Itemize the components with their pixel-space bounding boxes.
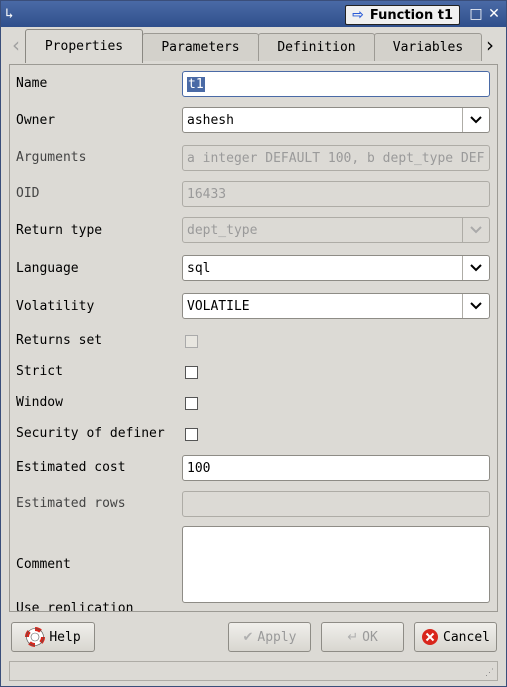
volatility-select[interactable]: VOLATILE	[182, 293, 490, 319]
close-icon[interactable]: ✕	[486, 6, 502, 22]
tab-parameters[interactable]: Parameters	[142, 33, 259, 61]
window-checkbox[interactable]	[185, 397, 198, 410]
window-label: Window	[16, 395, 63, 410]
owner-value: ashesh	[187, 112, 234, 128]
enter-arrow-icon: ↵	[347, 629, 359, 645]
tab-variables[interactable]: Variables	[374, 33, 482, 61]
apply-button[interactable]: ✔ Apply	[228, 622, 311, 652]
tab-variables-label: Variables	[392, 40, 464, 55]
window-title: ⇨ Function t1	[345, 5, 460, 25]
cancel-button[interactable]: Cancel	[414, 622, 497, 652]
help-button-label: Help	[49, 629, 81, 645]
estimated-rows-input	[182, 491, 490, 517]
chevron-down-icon	[462, 218, 489, 242]
resize-grip-icon[interactable]: ⋰	[485, 668, 494, 678]
help-button[interactable]: Help	[11, 622, 95, 652]
chevron-down-icon[interactable]	[462, 294, 489, 318]
tab-definition[interactable]: Definition	[258, 33, 375, 61]
comment-textarea[interactable]	[182, 526, 490, 603]
function-arrow-icon: ⇨	[352, 7, 364, 23]
owner-select[interactable]: ashesh	[182, 107, 490, 133]
estimated-cost-value: 100	[187, 460, 211, 476]
name-input[interactable]: t1	[182, 71, 490, 97]
button-row: Help ✔ Apply ↵ OK Cancel	[1, 613, 506, 661]
ok-button[interactable]: ↵ OK	[321, 622, 404, 652]
lifebuoy-icon	[25, 627, 46, 647]
cancel-icon	[422, 629, 439, 645]
oid-input: 16433	[182, 181, 490, 207]
return-type-value: dept_type	[187, 222, 258, 238]
return-type-label: Return type	[16, 223, 103, 238]
estimated-rows-label: Estimated rows	[16, 496, 126, 511]
properties-panel: Name t1 Owner ashesh Arguments a integer…	[9, 64, 498, 612]
chevron-down-icon[interactable]	[462, 108, 489, 132]
window-menu-icon[interactable]: ↳	[5, 6, 23, 22]
arguments-input: a integer DEFAULT 100, b dept_type DEF	[182, 145, 490, 171]
strict-label: Strict	[16, 364, 63, 379]
tab-properties-label: Properties	[44, 39, 124, 54]
tab-scroll-right-icon[interactable]: ›	[483, 33, 497, 57]
oid-label: OID	[16, 186, 40, 201]
owner-label: Owner	[16, 113, 56, 128]
apply-button-label: Apply	[257, 629, 297, 645]
tab-properties[interactable]: Properties	[25, 29, 143, 63]
chevron-down-icon[interactable]	[462, 256, 489, 280]
estimated-cost-input[interactable]: 100	[182, 455, 490, 481]
tab-bar: ‹ Properties Parameters Definition Varia…	[1, 27, 506, 65]
volatility-value: VOLATILE	[187, 298, 250, 314]
window-title-text: Function t1	[369, 7, 453, 23]
security-definer-checkbox[interactable]	[185, 428, 198, 441]
security-definer-label: Security of definer	[16, 426, 165, 441]
returns-set-checkbox	[185, 335, 198, 348]
use-replication-label: Use replication	[16, 601, 134, 612]
tab-definition-label: Definition	[277, 40, 356, 55]
tab-scroll-left-icon[interactable]: ‹	[9, 33, 23, 57]
language-value: sql	[187, 260, 211, 276]
returns-set-label: Returns set	[16, 333, 103, 348]
language-label: Language	[16, 261, 79, 276]
estimated-cost-label: Estimated cost	[16, 460, 126, 475]
status-bar: ⋰	[9, 661, 498, 681]
arguments-value: a integer DEFAULT 100, b dept_type DEF	[187, 150, 485, 166]
name-label: Name	[16, 76, 48, 91]
name-value: t1	[187, 76, 205, 92]
comment-label: Comment	[16, 557, 71, 572]
check-icon: ✔	[242, 629, 254, 645]
cancel-button-label: Cancel	[443, 629, 490, 645]
oid-value: 16433	[187, 186, 227, 202]
tab-parameters-label: Parameters	[161, 40, 240, 55]
strict-checkbox[interactable]	[185, 366, 198, 379]
arguments-label: Arguments	[16, 150, 87, 165]
title-bar[interactable]: ↳ ⇨ Function t1 □ ✕	[1, 1, 506, 27]
maximize-icon[interactable]: □	[468, 6, 484, 22]
language-select[interactable]: sql	[182, 255, 490, 281]
dialog-window: ↳ ⇨ Function t1 □ ✕ ‹ Properties Paramet…	[0, 0, 507, 687]
volatility-label: Volatility	[16, 299, 95, 314]
return-type-select: dept_type	[182, 217, 490, 243]
ok-button-label: OK	[362, 629, 378, 645]
